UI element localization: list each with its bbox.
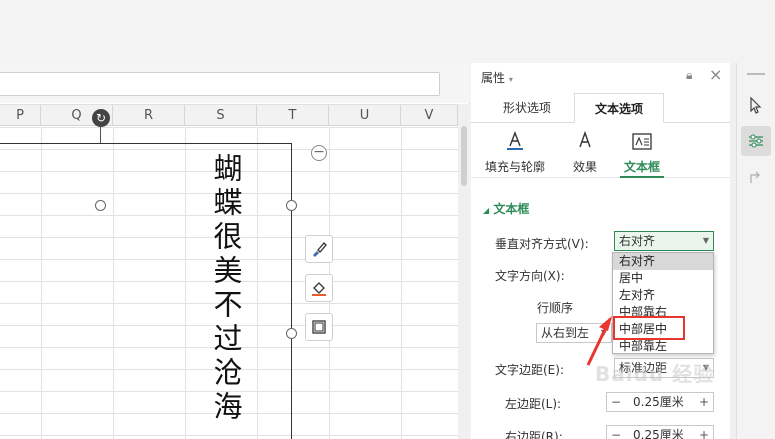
panel-subtabs: 填充与轮廓 效果 文本框	[471, 126, 730, 178]
column-header-row: P Q R S T U V	[0, 104, 458, 126]
collapse-triangle-icon: ◢	[483, 206, 490, 215]
dropdown-option-center[interactable]: 居中	[613, 270, 713, 287]
panel-header: 属性 ▾ 🔒︎ ×	[471, 63, 730, 91]
scrollbar-thumb[interactable]	[461, 126, 467, 186]
share-button[interactable]	[741, 163, 771, 193]
increment-button[interactable]: +	[695, 393, 713, 411]
outline-button[interactable]	[305, 313, 333, 341]
rotate-stem	[100, 126, 101, 143]
column-header-r[interactable]: R	[113, 105, 185, 126]
fill-button[interactable]	[305, 274, 333, 302]
paint-bucket-icon	[312, 282, 326, 296]
rotate-handle-icon[interactable]: ↻	[92, 109, 110, 127]
frame-icon	[312, 320, 326, 334]
chevron-down-icon: ▾	[508, 75, 513, 84]
decrement-button[interactable]: −	[607, 393, 625, 411]
column-header-u[interactable]: U	[329, 105, 401, 126]
subtab-textbox[interactable]: 文本框	[620, 128, 664, 175]
sidebar-grip	[747, 73, 765, 75]
textbox-line-1: 蝴蝶很美	[209, 153, 243, 289]
panel-title-text: 属性	[481, 71, 506, 85]
subtab-textbox-label: 文本框	[623, 160, 660, 174]
active-subtab-indicator	[620, 176, 664, 178]
increment-button[interactable]: +	[695, 426, 713, 439]
vertical-align-select[interactable]: 右对齐 ▼	[614, 231, 714, 251]
column-header-s[interactable]: S	[185, 105, 257, 126]
textbox-line-2: 不过沧海	[209, 289, 243, 425]
row-order-label: 行顺序	[537, 301, 574, 315]
right-sidebar	[736, 63, 775, 439]
chevron-down-icon: ▼	[702, 236, 709, 245]
right-margin-value: 0.25厘米	[633, 428, 684, 439]
subtab-effects-label: 效果	[572, 160, 597, 174]
text-direction-label: 文字方向(X):	[495, 269, 565, 283]
column-header-p[interactable]: P	[0, 105, 41, 126]
formula-row	[0, 63, 470, 103]
resize-handle-right[interactable]	[286, 328, 297, 339]
panel-title[interactable]: 属性 ▾	[481, 69, 513, 86]
text-fill-icon	[507, 131, 523, 150]
column-header-t[interactable]: T	[257, 105, 329, 126]
app-top-bar	[0, 0, 775, 63]
textbox-icon	[632, 133, 652, 150]
cursor-icon	[750, 96, 762, 114]
decrement-button[interactable]: −	[607, 426, 625, 439]
text-margin-label: 文字边距(E):	[495, 363, 564, 377]
dropdown-option-right[interactable]: 右对齐	[613, 253, 713, 270]
dropdown-option-middle-left[interactable]: 中部靠左	[613, 338, 713, 355]
textbox-text: 蝴蝶很美不过沧海	[206, 153, 246, 425]
annotation-highlight-box	[613, 316, 685, 340]
select-cursor-button[interactable]	[741, 90, 771, 120]
style-brush-button[interactable]	[305, 235, 333, 263]
left-margin-spinner[interactable]: − 0.25厘米 +	[606, 392, 714, 412]
sliders-icon	[749, 134, 763, 148]
right-margin-label: 右边距(R):	[505, 430, 563, 439]
subtab-fill-outline[interactable]: 填充与轮廓	[479, 128, 551, 175]
left-margin-label: 左边距(L):	[505, 397, 562, 411]
properties-button[interactable]	[741, 126, 771, 156]
section-title-text: 文本框	[493, 202, 530, 216]
lock-icon[interactable]: 🔒︎	[686, 68, 692, 83]
vertical-align-label: 垂直对齐方式(V):	[495, 237, 589, 251]
brush-icon	[313, 242, 327, 257]
dropdown-option-left[interactable]: 左对齐	[613, 287, 713, 304]
tab-shape-options[interactable]: 形状选项	[483, 93, 571, 123]
collapse-icon[interactable]: −	[311, 145, 327, 161]
close-icon[interactable]: ×	[709, 65, 722, 84]
share-icon	[750, 171, 760, 183]
tab-text-options[interactable]: 文本选项	[574, 93, 664, 123]
right-margin-spinner[interactable]: − 0.25厘米 +	[606, 425, 714, 439]
subtab-effects[interactable]: 效果	[563, 128, 607, 175]
subtab-fill-outline-label: 填充与轮廓	[484, 160, 545, 174]
formula-input[interactable]	[0, 72, 440, 96]
watermark: Baidu 经验	[595, 362, 715, 386]
resize-handle-top[interactable]	[95, 200, 106, 211]
sheet-vertical-scrollbar[interactable]	[458, 104, 470, 439]
vertical-textbox[interactable]	[0, 143, 292, 439]
resize-handle-top-right[interactable]	[286, 200, 297, 211]
column-header-v[interactable]: V	[401, 105, 458, 126]
panel-tabs: 形状选项 文本选项	[471, 93, 730, 123]
vertical-align-value: 右对齐	[619, 234, 656, 248]
section-header-textbox[interactable]: ◢ 文本框	[483, 200, 529, 217]
text-effect-icon	[579, 130, 591, 148]
left-margin-value: 0.25厘米	[633, 395, 684, 409]
